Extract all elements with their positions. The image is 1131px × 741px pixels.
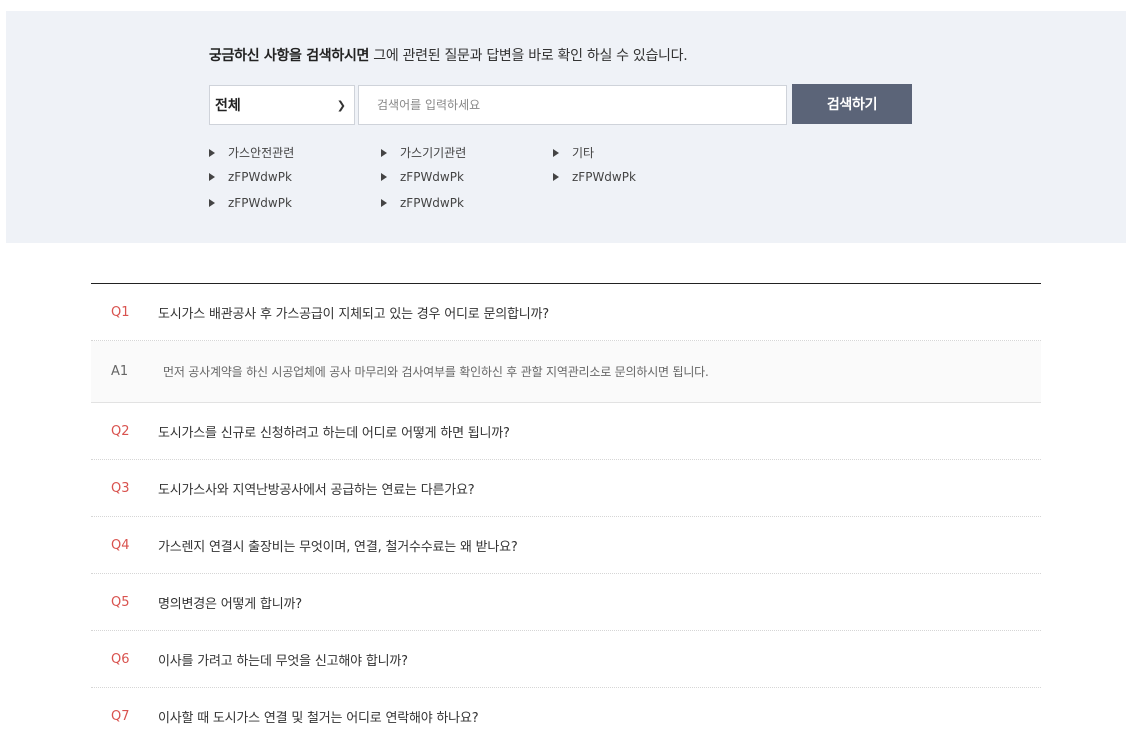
faq-number: Q4 <box>111 537 130 553</box>
faq-question-text: 도시가스사와 지역난방공사에서 공급하는 연료는 다른가요? <box>158 482 475 498</box>
faq-question-row[interactable]: Q2 도시가스를 신규로 신청하려고 하는데 어디로 어떻게 하면 됩니까? <box>91 403 1041 460</box>
faq-question-text: 명의변경은 어떻게 합니까? <box>158 596 302 612</box>
quick-link-8[interactable]: zFPWdwPk <box>381 196 464 210</box>
quick-link-7[interactable]: zFPWdwPk <box>209 196 292 210</box>
faq-question-row[interactable]: Q1 도시가스 배관공사 후 가스공급이 지체되고 있는 경우 어디로 문의합니… <box>91 284 1041 341</box>
search-input[interactable] <box>358 85 787 125</box>
quick-link-etc[interactable]: 기타 <box>553 144 594 161</box>
triangle-right-icon <box>553 148 559 157</box>
faq-number: Q1 <box>111 304 130 320</box>
quick-link-5[interactable]: zFPWdwPk <box>381 170 464 184</box>
faq-question-row[interactable]: Q6 이사를 가려고 하는데 무엇을 신고해야 합니까? <box>91 631 1041 688</box>
faq-question-text: 이사를 가려고 하는데 무엇을 신고해야 합니까? <box>158 653 408 669</box>
search-intro-bold: 궁금하신 사항을 검색하시면 <box>209 48 370 64</box>
triangle-right-icon <box>209 148 215 157</box>
faq-answer-text: 먼저 공사계약을 하신 시공업체에 공사 마무리와 검사여부를 확인하신 후 관… <box>163 365 709 379</box>
category-select[interactable]: 전체 ❯ <box>209 85 355 125</box>
faq-question-row[interactable]: Q5 명의변경은 어떻게 합니까? <box>91 574 1041 631</box>
category-select-value: 전체 <box>215 98 241 114</box>
triangle-right-icon <box>381 148 387 157</box>
triangle-right-icon <box>209 173 215 181</box>
faq-number: Q7 <box>111 708 130 724</box>
triangle-right-icon <box>381 173 387 181</box>
triangle-right-icon <box>209 199 215 207</box>
search-intro-rest: 그에 관련된 질문과 답변을 바로 확인 하실 수 있습니다. <box>369 48 688 64</box>
faq-number: A1 <box>111 364 129 379</box>
quick-link-4[interactable]: zFPWdwPk <box>209 170 292 184</box>
search-intro: 궁금하신 사항을 검색하시면 그에 관련된 질문과 답변을 바로 확인 하실 수… <box>209 45 688 65</box>
faq-number: Q6 <box>111 651 130 667</box>
faq-list: Q1 도시가스 배관공사 후 가스공급이 지체되고 있는 경우 어디로 문의합니… <box>91 283 1041 741</box>
faq-question-row[interactable]: Q7 이사할 때 도시가스 연결 및 철거는 어디로 연락해야 하나요? <box>91 688 1041 741</box>
faq-question-text: 이사할 때 도시가스 연결 및 철거는 어디로 연락해야 하나요? <box>158 710 479 726</box>
faq-question-row[interactable]: Q4 가스렌지 연결시 출장비는 무엇이며, 연결, 철거수수료는 왜 받나요? <box>91 517 1041 574</box>
chevron-down-icon: ❯ <box>336 98 346 112</box>
faq-question-text: 가스렌지 연결시 출장비는 무엇이며, 연결, 철거수수료는 왜 받나요? <box>158 539 518 555</box>
faq-number: Q3 <box>111 480 130 496</box>
quick-links: 가스안전관련 가스기기관련 기타 zFPWdwPk zFPWdwPk zFPWd… <box>209 144 809 224</box>
quick-link-6[interactable]: zFPWdwPk <box>553 170 636 184</box>
faq-number: Q5 <box>111 594 130 610</box>
faq-question-text: 도시가스 배관공사 후 가스공급이 지체되고 있는 경우 어디로 문의합니까? <box>158 306 549 322</box>
triangle-right-icon <box>381 199 387 207</box>
faq-number: Q2 <box>111 423 130 439</box>
quick-link-gas-appliance[interactable]: 가스기기관련 <box>381 144 466 161</box>
quick-link-gas-safety[interactable]: 가스안전관련 <box>209 144 294 161</box>
triangle-right-icon <box>553 173 559 181</box>
faq-question-row[interactable]: Q3 도시가스사와 지역난방공사에서 공급하는 연료는 다른가요? <box>91 460 1041 517</box>
faq-question-text: 도시가스를 신규로 신청하려고 하는데 어디로 어떻게 하면 됩니까? <box>158 425 510 441</box>
faq-answer-row: A1 먼저 공사계약을 하신 시공업체에 공사 마무리와 검사여부를 확인하신 … <box>91 341 1041 403</box>
search-button[interactable]: 검색하기 <box>792 84 912 124</box>
